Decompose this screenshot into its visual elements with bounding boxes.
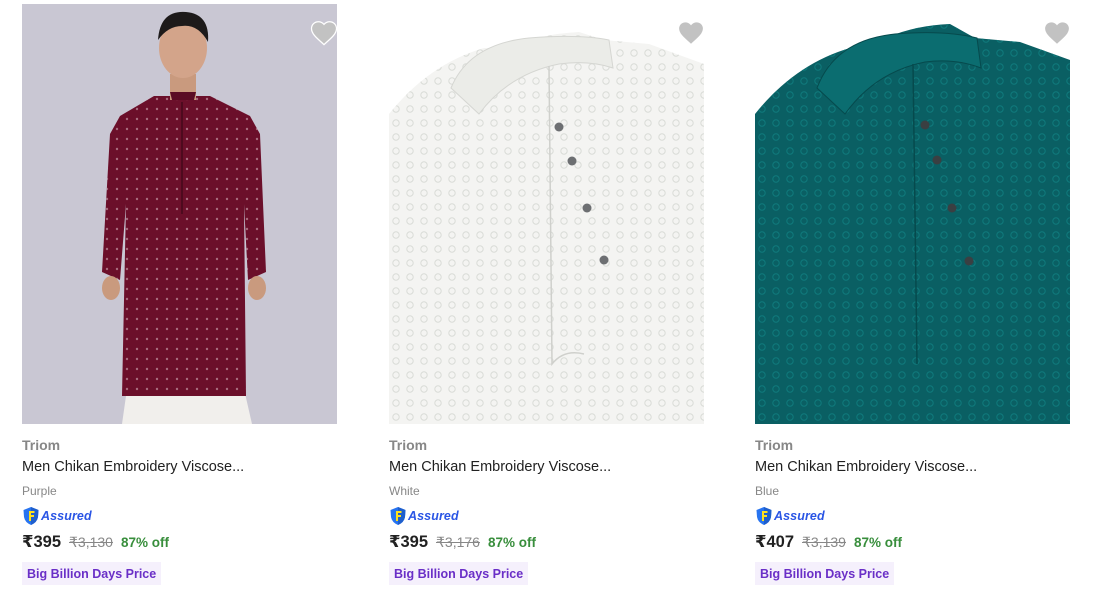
product-title[interactable]: Men Chikan Embroidery Viscose... [755,458,1070,476]
product-brand: Triom [389,437,428,453]
product-card[interactable]: Triom Men Chikan Embroidery Viscose... P… [22,4,337,585]
offer-tag: Big Billion Days Price [755,562,895,585]
wishlist-button[interactable] [309,18,337,48]
product-image[interactable] [755,4,1070,424]
offer-tag: Big Billion Days Price [389,562,529,585]
wishlist-button[interactable] [676,18,704,48]
heart-icon [310,21,337,46]
discount-percent: 87% off [853,535,902,550]
product-title[interactable]: Men Chikan Embroidery Viscose... [22,458,337,476]
product-photo-white-kurta [389,4,704,424]
product-photo-blue-kurta [755,4,1070,424]
assured-badge: Assured [389,506,704,526]
price-row: ₹395 ₹3,176 87% off [389,532,704,552]
assured-label: Assured [774,509,825,523]
product-card[interactable]: Triom Men Chikan Embroidery Viscose... W… [389,4,704,585]
original-price: ₹3,176 [436,534,480,550]
discount-percent: 87% off [120,535,169,550]
assured-label: Assured [408,509,459,523]
selling-price: ₹395 [22,533,62,551]
assured-label: Assured [41,509,92,523]
original-price: ₹3,130 [69,534,113,550]
product-color: White [389,484,420,498]
product-photo-purple-kurta [22,4,337,424]
assured-badge: Assured [755,506,1070,526]
product-card[interactable]: Triom Men Chikan Embroidery Viscose... B… [755,4,1070,585]
heart-icon [677,21,704,46]
original-price: ₹3,139 [802,534,846,550]
product-color: Blue [755,484,780,498]
price-row: ₹395 ₹3,130 87% off [22,532,337,552]
product-image[interactable] [22,4,337,424]
price-row: ₹407 ₹3,139 87% off [755,532,1070,552]
assured-badge: Assured [22,506,337,526]
product-color: Purple [22,484,57,498]
wishlist-button[interactable] [1042,18,1070,48]
product-brand: Triom [22,437,61,453]
assured-shield-icon [23,507,39,525]
assured-shield-icon [390,507,406,525]
selling-price: ₹395 [389,533,429,551]
discount-percent: 87% off [487,535,536,550]
product-brand: Triom [755,437,794,453]
heart-icon [1043,21,1070,46]
product-title[interactable]: Men Chikan Embroidery Viscose... [389,458,704,476]
assured-shield-icon [756,507,772,525]
selling-price: ₹407 [755,533,795,551]
offer-tag: Big Billion Days Price [22,562,162,585]
product-image[interactable] [389,4,704,424]
